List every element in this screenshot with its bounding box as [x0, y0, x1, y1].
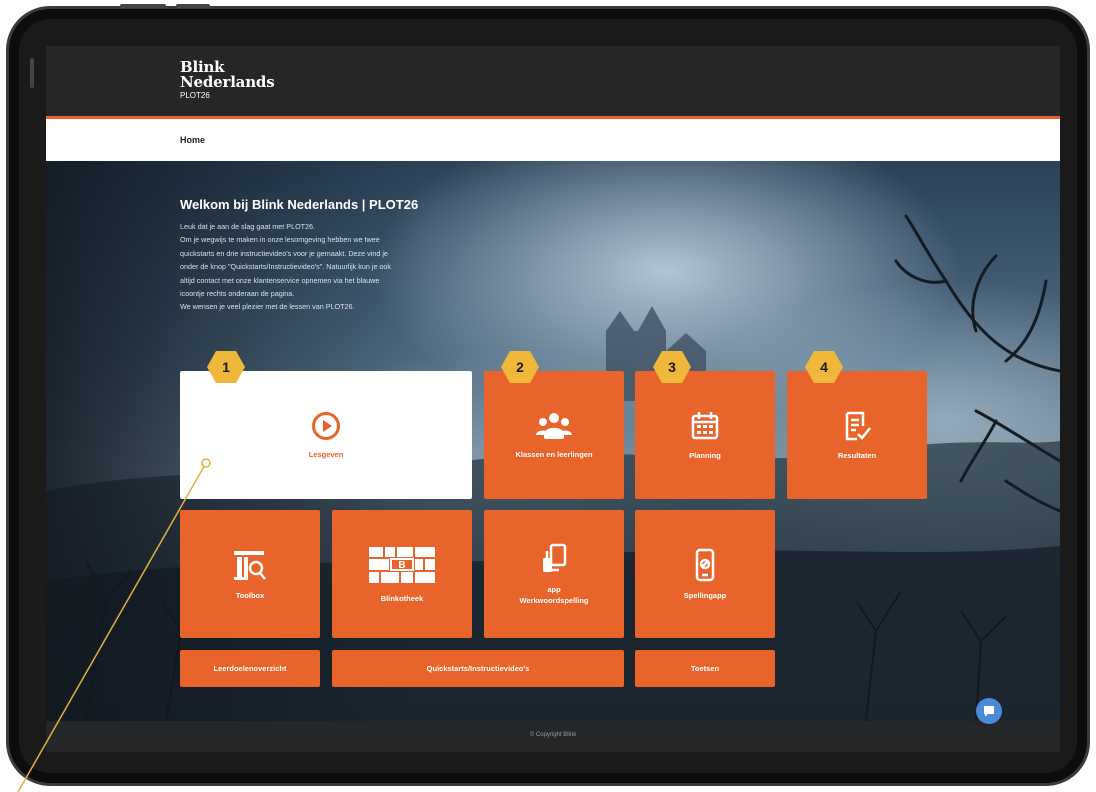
copyright-text: © Copyright Blink [529, 732, 577, 738]
tile-label-line: app [547, 585, 561, 594]
tile-label: Blinkotheek [380, 593, 424, 603]
tile-lesgeven[interactable]: Lesgeven [180, 371, 472, 499]
welcome-line: Om je wegwijs te maken in onze lesomgevi… [180, 235, 380, 245]
group-icon [536, 412, 572, 439]
welcome-line: We wensen je veel plezier met de lessen … [180, 302, 355, 312]
callout-badge-1: 1 [206, 350, 246, 384]
callout-badge-3: 3 [652, 350, 692, 384]
quickstarts-instructievideos-button[interactable]: Quickstarts/Instructievideo's [332, 650, 624, 687]
button-label: Toetsen [690, 664, 720, 673]
welcome-line: altijd contact met onze klantenservice o… [180, 275, 380, 285]
welcome-text: Leuk dat je aan de slag gaat met PLOT26.… [180, 220, 560, 314]
tablet-top-button [176, 4, 210, 8]
play-circle-icon [312, 411, 340, 440]
tile-label: Planning [689, 450, 721, 460]
tile-label: Resultaten [837, 450, 877, 460]
tile-label-line: Werkwoordspelling [519, 596, 589, 605]
welcome-line: Leuk dat je aan de slag gaat met PLOT26. [180, 222, 316, 231]
svg-text:B: B [398, 560, 405, 571]
tile-label: Lesgeven [308, 449, 344, 459]
bookshelf-icon: B [369, 546, 435, 583]
tile-label: Klassen en leerlingen [515, 449, 593, 459]
button-label: Leerdoelenoverzicht [213, 664, 287, 673]
logo-title-line2: Nederlands [180, 73, 275, 91]
chat-icon [984, 706, 994, 717]
callout-number: 3 [668, 359, 676, 375]
welcome-line: onder de knop "Quickstarts/Instructievid… [180, 262, 392, 272]
tile-label: app Werkwoordspelling [519, 584, 588, 606]
tile-label: Toolbox [235, 590, 265, 600]
app-header: Blink Nederlands PLOT26 [46, 46, 1060, 116]
tablet-top-button [120, 4, 166, 8]
tablet-side-button [30, 58, 34, 88]
tile-app-werkwoordspelling[interactable]: app Werkwoordspelling [484, 510, 624, 638]
phone-copy-icon [543, 543, 567, 572]
checklist-icon [845, 411, 871, 440]
callout-number: 1 [222, 359, 230, 375]
app-screen: Blink Nederlands PLOT26 Home Welkom bij … [46, 46, 1060, 752]
brand-logo[interactable]: Blink Nederlands PLOT26 [180, 60, 275, 101]
welcome-line: icoontje rechts onderaan de pagina. [180, 289, 295, 299]
tile-label: Spellingapp [683, 590, 727, 600]
tile-planning[interactable]: Planning [635, 371, 775, 499]
tile-resultaten[interactable]: Resultaten [787, 371, 927, 499]
chat-button[interactable] [976, 698, 1002, 724]
callout-badge-2: 2 [500, 350, 540, 384]
toolbox-search-icon [234, 550, 266, 580]
button-label: Quickstarts/Instructievideo's [426, 664, 530, 673]
app-footer: © Copyright Blink [46, 721, 1060, 752]
welcome-line: quickstarts en drie instructievideo's vo… [180, 248, 388, 258]
toetsen-button[interactable]: Toetsen [635, 650, 775, 687]
leerdoelenoverzicht-button[interactable]: Leerdoelenoverzicht [180, 650, 320, 687]
phone-icon [695, 548, 715, 581]
tile-spellingapp[interactable]: Spellingapp [635, 510, 775, 638]
callout-badge-4: 4 [804, 350, 844, 384]
nav-home-link[interactable]: Home [180, 135, 205, 145]
callout-number: 2 [516, 359, 524, 375]
tile-klassen-en-leerlingen[interactable]: Klassen en leerlingen [484, 371, 624, 499]
welcome-title: Welkom bij Blink Nederlands | PLOT26 [180, 197, 419, 212]
calendar-icon [691, 411, 719, 439]
tile-blinkotheek[interactable]: B Blinkotheek [332, 510, 472, 638]
tile-toolbox[interactable]: Toolbox [180, 510, 320, 638]
nav-bar: Home [46, 119, 1060, 161]
logo-subtitle: PLOT26 [180, 91, 210, 100]
callout-number: 4 [820, 359, 828, 375]
